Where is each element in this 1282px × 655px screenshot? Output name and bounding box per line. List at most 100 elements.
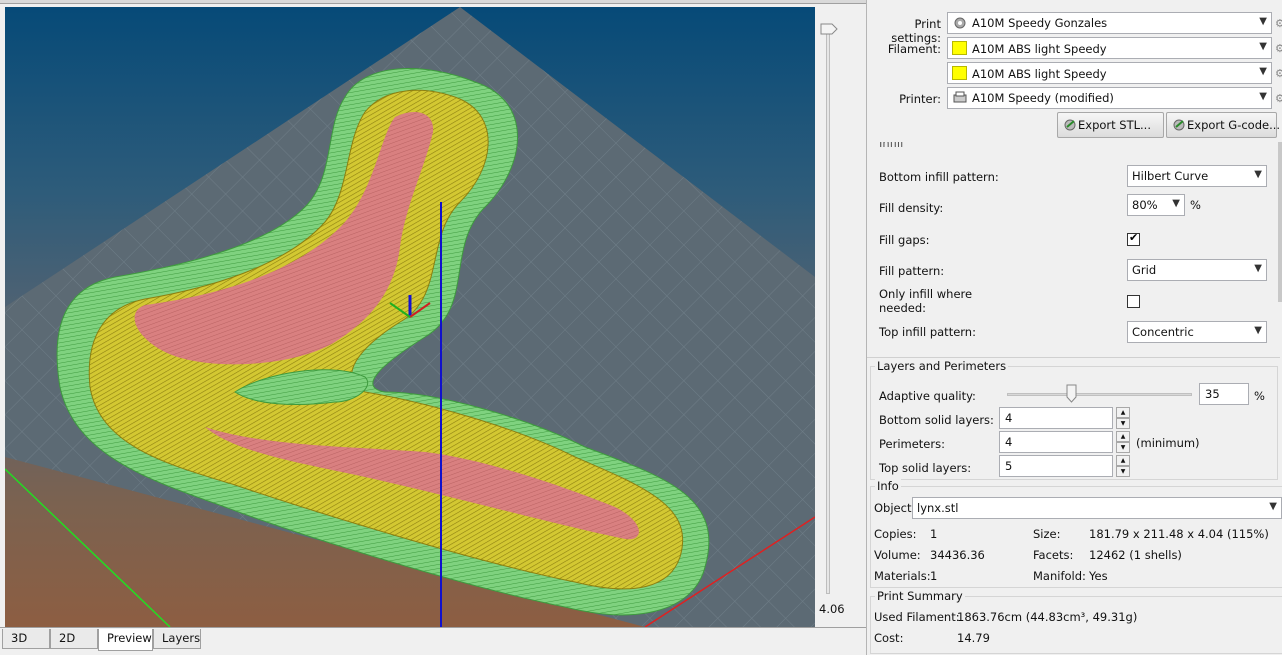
bottom-infill-pattern-value: Hilbert Curve	[1132, 169, 1209, 183]
tab-preview[interactable]: Preview	[98, 629, 153, 651]
filament-color-swatch	[952, 66, 967, 80]
export-stl-button[interactable]: Export STL...	[1057, 112, 1164, 138]
facets-value: 12462 (1 shells)	[1089, 548, 1182, 562]
gear-icon[interactable]: ⚙	[1275, 17, 1282, 30]
chevron-down-icon: ▼	[1259, 16, 1267, 27]
tab-2d[interactable]: 2D	[50, 629, 98, 649]
print-settings-combo[interactable]: A10M Speedy Gonzales ▼	[947, 12, 1272, 34]
fill-pattern-select[interactable]: Grid ▼	[1127, 259, 1267, 281]
chevron-down-icon: ▼	[1254, 263, 1262, 274]
manifold-value: Yes	[1089, 569, 1108, 583]
info-group-title: Info	[875, 479, 901, 493]
fill-density-unit: %	[1190, 198, 1201, 212]
top-solid-layers-spinner[interactable]: ▲ ▼	[1116, 455, 1130, 477]
only-infill-label-line1: Only infill where	[879, 287, 973, 301]
fill-pattern-label: Fill pattern:	[879, 264, 945, 278]
fill-pattern-value: Grid	[1132, 263, 1157, 277]
adaptive-quality-label: Adaptive quality:	[879, 389, 976, 403]
export-gcode-label: Export G-code...	[1187, 118, 1281, 132]
chevron-down-icon: ▼	[1254, 169, 1262, 180]
bed-and-toolpath-render	[5, 7, 815, 627]
copies-value: 1	[930, 527, 938, 541]
materials-label: Materials:	[874, 569, 931, 583]
volume-label: Volume:	[874, 548, 921, 562]
filament-combo-2[interactable]: A10M ABS light Speedy ▼	[947, 62, 1272, 84]
only-infill-checkbox[interactable]	[1127, 295, 1140, 308]
gear-icon[interactable]: ⚙	[1275, 67, 1282, 80]
filament-value-1: A10M ABS light Speedy	[972, 42, 1107, 56]
chevron-down-icon: ▼	[1269, 501, 1277, 512]
gear-icon[interactable]: ⚙	[1275, 92, 1282, 105]
layer-height-value: 4.06	[819, 602, 845, 616]
printer-icon	[953, 91, 967, 103]
fill-density-value: 80%	[1132, 198, 1158, 212]
top-tab-strip	[0, 0, 866, 4]
bottom-infill-pattern-label: Bottom infill pattern:	[879, 170, 999, 184]
chevron-down-icon: ▼	[1259, 66, 1267, 77]
fill-gaps-label: Fill gaps:	[879, 233, 930, 247]
only-infill-label: Only infill where needed:	[879, 287, 972, 315]
cost-label: Cost:	[874, 631, 904, 645]
used-filament-value: 1863.76cm (44.83cm³, 49.31g)	[957, 610, 1138, 624]
filament-combo-1[interactable]: A10M ABS light Speedy ▼	[947, 37, 1272, 59]
fill-gaps-checkbox[interactable]	[1127, 231, 1140, 246]
tab-layers[interactable]: Layers	[153, 629, 201, 649]
filament-color-swatch	[952, 41, 967, 55]
top-infill-pattern-label: Top infill pattern:	[879, 325, 976, 339]
preview-viewport[interactable]	[5, 7, 815, 627]
summary-group-box	[870, 596, 1282, 654]
layer-slider-track[interactable]	[826, 29, 830, 594]
chevron-down-icon: ▼	[1259, 91, 1267, 102]
object-value: lynx.stl	[917, 501, 959, 515]
adaptive-quality-handle[interactable]	[1066, 384, 1077, 403]
top-infill-pattern-value: Concentric	[1132, 325, 1194, 339]
perimeters-suffix: (minimum)	[1136, 436, 1200, 450]
bottom-solid-layers-input[interactable]: 4	[999, 407, 1113, 429]
object-label: Object:	[874, 501, 916, 515]
chevron-down-icon: ▼	[1259, 41, 1267, 52]
settings-panel: Print settings: A10M Speedy Gonzales ▼ ⚙…	[866, 0, 1282, 655]
printer-combo[interactable]: A10M Speedy (modified) ▼	[947, 87, 1272, 109]
top-solid-layers-label: Top solid layers:	[879, 461, 972, 475]
fill-density-label: Fill density:	[879, 201, 944, 215]
layer-slider-panel: 4.06	[815, 7, 864, 627]
tab-3d[interactable]: 3D	[2, 629, 50, 649]
adaptive-quality-input[interactable]: 35	[1199, 383, 1249, 405]
filament-value-2: A10M ABS light Speedy	[972, 67, 1107, 81]
adaptive-quality-track[interactable]	[1007, 393, 1192, 396]
bottom-infill-pattern-select[interactable]: Hilbert Curve ▼	[1127, 165, 1267, 187]
bottom-solid-layers-label: Bottom solid layers:	[879, 413, 994, 427]
export-gcode-button[interactable]: Export G-code...	[1166, 112, 1281, 138]
copies-label: Copies:	[874, 527, 917, 541]
top-infill-pattern-select[interactable]: Concentric ▼	[1127, 321, 1267, 343]
bottom-solid-layers-spinner[interactable]: ▲ ▼	[1116, 407, 1130, 429]
perimeters-spinner[interactable]: ▲ ▼	[1116, 431, 1130, 453]
export-stl-label: Export STL...	[1078, 118, 1151, 132]
printer-label: Printer:	[899, 92, 941, 106]
perimeters-input[interactable]: 4	[999, 431, 1113, 453]
perimeters-label: Perimeters:	[879, 437, 945, 451]
volume-value: 34436.36	[930, 548, 985, 562]
manifold-label: Manifold:	[1033, 569, 1086, 583]
layers-group-title: Layers and Perimeters	[875, 359, 1009, 373]
adaptive-quality-unit: %	[1254, 389, 1265, 403]
fill-density-select[interactable]: 80% ▼	[1127, 194, 1185, 216]
infill-scrollbar[interactable]	[1278, 142, 1282, 302]
object-select[interactable]: lynx.stl ▼	[912, 497, 1282, 519]
gear-icon	[954, 17, 966, 29]
size-label: Size:	[1033, 527, 1061, 541]
chevron-down-icon: ▼	[1172, 198, 1180, 209]
infill-options-pane[interactable]: Infill Bottom infill pattern: Hilbert Cu…	[867, 142, 1280, 358]
only-infill-label-line2: needed:	[879, 301, 926, 315]
summary-group-title: Print Summary	[875, 589, 965, 603]
export-icon	[1173, 119, 1185, 131]
infill-section-title: Infill	[879, 142, 904, 150]
top-solid-layers-input[interactable]: 5	[999, 455, 1113, 477]
export-icon	[1064, 119, 1076, 131]
gear-icon[interactable]: ⚙	[1275, 42, 1282, 55]
print-settings-label: Print settings:	[891, 17, 941, 45]
chevron-down-icon: ▼	[1254, 325, 1262, 336]
size-value: 181.79 x 211.48 x 4.04 (115%)	[1089, 527, 1269, 541]
layer-slider-handle[interactable]	[820, 23, 838, 35]
filament-label: Filament:	[887, 42, 941, 56]
